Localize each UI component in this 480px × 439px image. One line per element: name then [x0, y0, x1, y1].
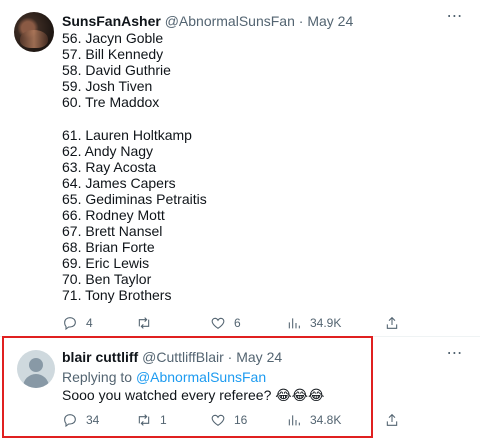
- list-line: 59. Josh Tiven: [62, 78, 153, 94]
- list-line: 66. Rodney Mott: [62, 207, 165, 223]
- display-name[interactable]: SunsFanAsher: [62, 13, 161, 29]
- analytics-icon: [288, 318, 300, 329]
- list-line: 60. Tre Maddox: [62, 94, 160, 110]
- display-name[interactable]: blair cuttliff: [62, 349, 138, 365]
- user-handle[interactable]: @AbnormalSunsFan: [165, 13, 295, 29]
- list-line: 64. James Capers: [62, 175, 176, 191]
- reply-icon: [64, 317, 76, 331]
- retweet-button[interactable]: 1: [136, 411, 167, 429]
- list-line: 68. Brian Forte: [62, 239, 155, 255]
- reply-icon: [64, 414, 76, 428]
- avatar[interactable]: [14, 12, 54, 52]
- action-bar: 4 6 34.9K: [62, 314, 412, 332]
- tweet-date[interactable]: May 24: [307, 13, 353, 29]
- list-line: 56. Jacyn Goble: [62, 30, 164, 46]
- reply-button[interactable]: 34: [62, 411, 99, 429]
- list-line: 70. Ben Taylor: [62, 271, 152, 287]
- share-button[interactable]: [384, 314, 400, 332]
- list-line: 62. Andy Nagy: [62, 143, 154, 159]
- list-line: 65. Gediminas Petraitis: [62, 191, 207, 207]
- list-line: 71. Tony Brothers: [62, 287, 172, 303]
- tweet-sunsfanasher[interactable]: SunsFanAsher @AbnormalSunsFan · May 24 ⋯…: [0, 0, 480, 337]
- heart-icon: [211, 414, 225, 426]
- view-count: 34.9K: [310, 316, 342, 330]
- like-count: 16: [234, 413, 248, 427]
- views-button[interactable]: 34.8K: [286, 411, 341, 429]
- separator: ·: [298, 13, 304, 29]
- tweet-header: SunsFanAsher @AbnormalSunsFan · May 24: [62, 12, 353, 30]
- tweet-text: Sooo you watched every referee? 😂😂😂: [62, 387, 325, 403]
- views-button[interactable]: 34.9K: [286, 314, 341, 332]
- tweet-text: 56. Jacyn Goble 57. Bill Kennedy 58. Dav…: [62, 30, 207, 303]
- share-icon: [386, 413, 398, 426]
- retweet-icon: [138, 414, 150, 426]
- user-handle[interactable]: @CuttliffBlair: [142, 349, 224, 365]
- share-icon: [386, 316, 398, 329]
- list-line: 58. David Guthrie: [62, 62, 171, 78]
- share-button[interactable]: [384, 411, 400, 429]
- like-button[interactable]: 16: [210, 411, 247, 429]
- reply-count: 34: [86, 413, 100, 427]
- reply-button[interactable]: 4: [62, 314, 93, 332]
- tweet-header: blair cuttliff @CuttliffBlair · May 24: [62, 348, 282, 366]
- more-options-icon[interactable]: ⋯: [446, 9, 464, 30]
- list-line: 61. Lauren Holtkamp: [62, 127, 192, 143]
- like-count: 6: [234, 316, 241, 330]
- list-line: 57. Bill Kennedy: [62, 46, 164, 62]
- retweet-button[interactable]: [136, 314, 160, 332]
- replying-to-label: Replying to: [62, 369, 136, 385]
- tweet-date[interactable]: May 24: [236, 349, 282, 365]
- avatar[interactable]: [17, 350, 55, 388]
- replying-to: Replying to @AbnormalSunsFan: [62, 368, 266, 386]
- separator: ·: [227, 349, 233, 365]
- analytics-icon: [288, 415, 300, 426]
- list-line: 63. Ray Acosta: [62, 159, 157, 175]
- more-options-icon[interactable]: ⋯: [446, 346, 464, 367]
- retweet-count: 1: [160, 413, 167, 427]
- list-line: 67. Brett Nansel: [62, 223, 163, 239]
- like-button[interactable]: 6: [210, 314, 241, 332]
- view-count: 34.8K: [310, 413, 342, 427]
- heart-icon: [211, 317, 225, 329]
- mention-link[interactable]: @AbnormalSunsFan: [136, 369, 266, 385]
- retweet-icon: [138, 317, 150, 329]
- list-line: 69. Eric Lewis: [62, 255, 150, 271]
- action-bar: 34 1 16 34.8K: [62, 411, 412, 429]
- reply-count: 4: [86, 316, 93, 330]
